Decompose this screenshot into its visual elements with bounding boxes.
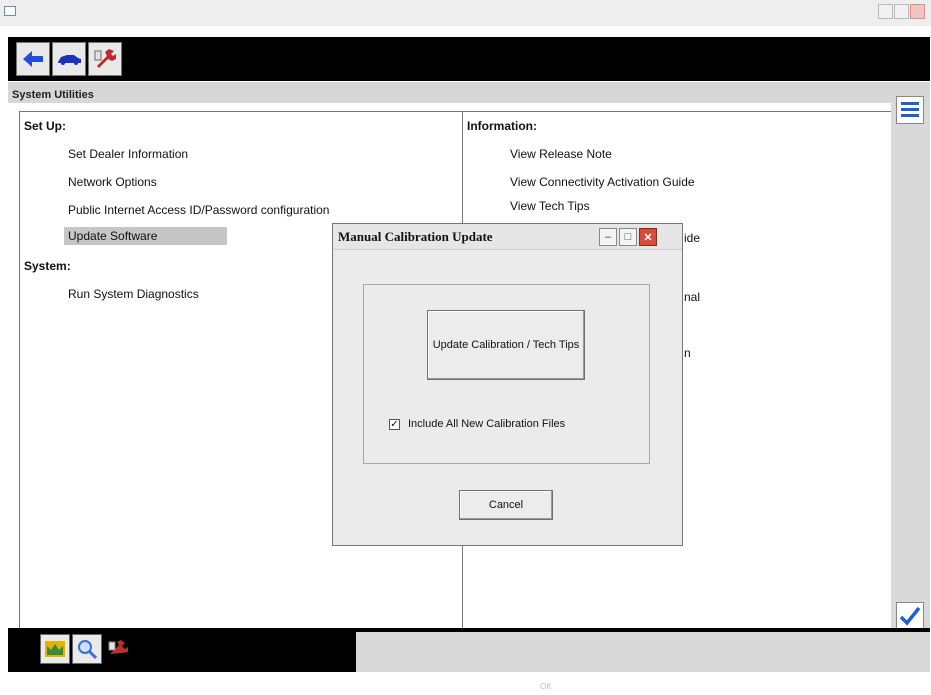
view-tech-tips-link[interactable]: View Tech Tips	[510, 199, 590, 213]
search-button[interactable]	[72, 634, 102, 664]
home-icon	[45, 641, 65, 657]
system-heading: System:	[24, 259, 71, 273]
top-toolbar	[8, 37, 930, 81]
window-controls	[878, 4, 925, 20]
status-text: OK	[540, 682, 552, 691]
side-action-column	[891, 102, 930, 628]
setup-heading: Set Up:	[24, 119, 66, 133]
minimize-icon[interactable]: –	[599, 228, 617, 246]
view-connectivity-guide-link[interactable]: View Connectivity Activation Guide	[510, 175, 695, 189]
app-icon	[4, 6, 16, 16]
bottom-status-area	[356, 632, 930, 672]
partial-item-fragment[interactable]: n	[684, 346, 691, 360]
dialog-title: Manual Calibration Update	[338, 229, 493, 244]
close-icon[interactable]	[910, 4, 925, 19]
back-button[interactable]	[16, 42, 50, 76]
public-internet-access-link[interactable]: Public Internet Access ID/Password confi…	[68, 203, 329, 217]
vehicle-button[interactable]	[52, 42, 86, 76]
list-button[interactable]	[896, 96, 924, 124]
run-system-diagnostics-link[interactable]: Run System Diagnostics	[68, 287, 199, 301]
include-all-label: Include All New Calibration Files	[408, 418, 566, 430]
view-release-note-link[interactable]: View Release Note	[510, 147, 612, 161]
update-calibration-button[interactable]: Update Calibration / Tech Tips	[427, 310, 585, 380]
car-icon	[58, 55, 81, 65]
section-header	[8, 81, 930, 103]
minimize-icon[interactable]	[878, 4, 893, 19]
window-titlebar	[0, 0, 931, 26]
section-title: System Utilities	[12, 89, 94, 101]
left-arrow-icon	[23, 51, 43, 67]
update-software-link[interactable]: Update Software	[64, 227, 228, 245]
magnifier-icon	[78, 640, 98, 660]
wrench-icon	[94, 49, 116, 68]
tools-button[interactable]	[88, 42, 122, 76]
tools-icon	[108, 640, 128, 654]
checkmark-icon	[899, 606, 921, 626]
maximize-icon[interactable]: □	[619, 228, 637, 246]
cancel-button[interactable]: Cancel	[459, 490, 553, 520]
dialog-titlebar: Manual Calibration Update – □ ✕	[333, 224, 682, 250]
list-icon	[901, 102, 919, 117]
manual-calibration-dialog: Manual Calibration Update – □ ✕ Update C…	[332, 223, 683, 546]
information-heading: Information:	[467, 119, 537, 133]
network-options-link[interactable]: Network Options	[68, 175, 157, 189]
settings-button[interactable]	[104, 634, 134, 664]
home-button[interactable]	[40, 634, 70, 664]
status-bar: OK	[0, 678, 931, 695]
set-dealer-information-link[interactable]: Set Dealer Information	[68, 147, 188, 161]
partial-item-fragment[interactable]: nal	[684, 290, 700, 304]
partial-item-fragment[interactable]: ide	[684, 231, 700, 245]
confirm-button[interactable]	[896, 602, 924, 630]
close-icon[interactable]: ✕	[639, 228, 657, 246]
maximize-icon[interactable]	[894, 4, 909, 19]
include-all-checkbox[interactable]: ✓	[389, 419, 400, 430]
